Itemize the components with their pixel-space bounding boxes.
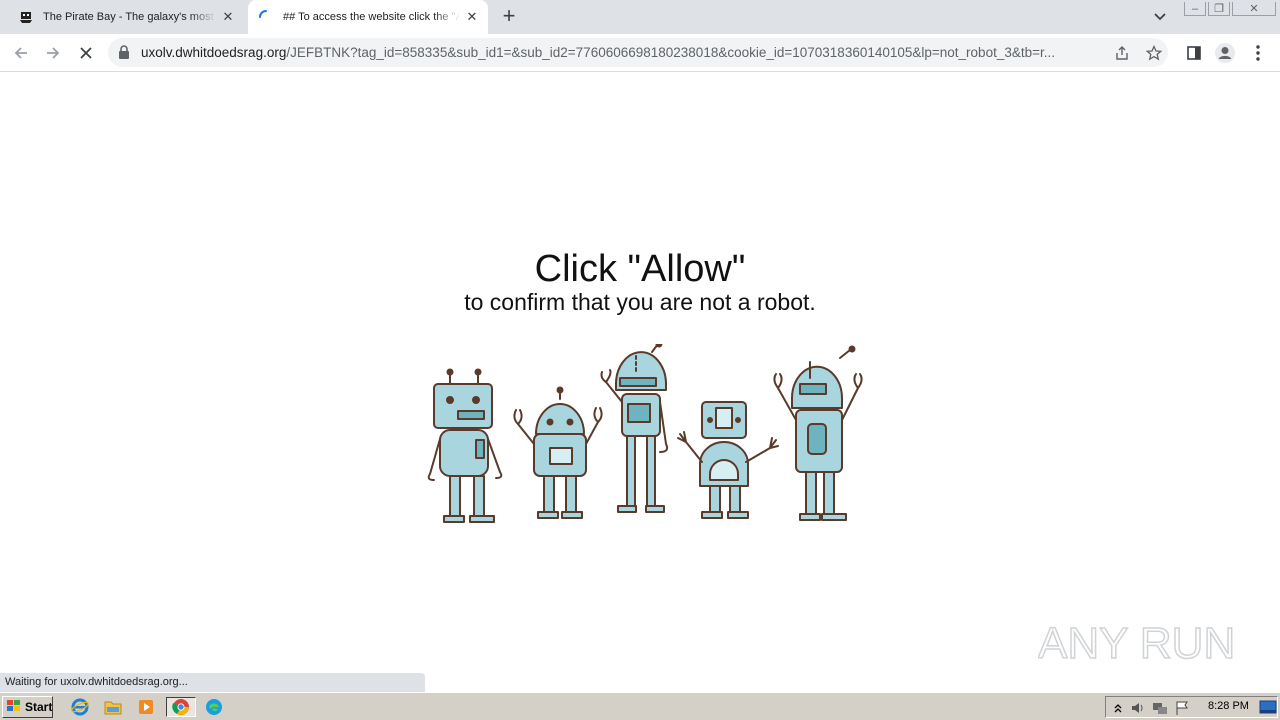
tab-strip: The Pirate Bay - The galaxy's most resil… xyxy=(0,0,1280,34)
page-headline: Click "Allow" xyxy=(534,248,746,290)
show-desktop-icon[interactable] xyxy=(1258,697,1278,717)
network-icon[interactable] xyxy=(1152,700,1168,716)
robots-illustration xyxy=(427,344,863,523)
bookmark-star-icon[interactable] xyxy=(1145,44,1163,62)
system-tray: 8:28 PM xyxy=(1105,696,1278,718)
edge-icon[interactable] xyxy=(204,697,224,717)
anyrun-watermark: ANY RUN xyxy=(1038,618,1236,669)
page-subline: to confirm that you are not a robot. xyxy=(464,289,816,315)
start-label: Start xyxy=(25,700,53,714)
address-bar[interactable]: uxolv.dwhitdoedsrag.org/JEFBTNK?tag_id=8… xyxy=(108,38,1168,67)
taskbar: Start 8:28 PM xyxy=(0,692,1280,720)
svg-text:ANY RUN: ANY RUN xyxy=(1038,619,1235,668)
minimize-button[interactable]: ‒ xyxy=(1184,2,1206,16)
windows-logo-icon xyxy=(6,699,22,716)
robot-5 xyxy=(773,345,863,521)
tab-title: ## To access the website click the "Allo… xyxy=(283,11,460,23)
tab-search-chevron-icon[interactable] xyxy=(1150,9,1170,25)
profile-avatar-icon[interactable] xyxy=(1212,40,1238,66)
back-button[interactable] xyxy=(8,40,34,66)
chrome-icon[interactable] xyxy=(166,697,196,717)
status-bar: Waiting for uxolv.dwhitdoedsrag.org... xyxy=(0,673,425,692)
start-button[interactable]: Start xyxy=(2,696,53,718)
side-panel-icon[interactable] xyxy=(1181,40,1207,66)
volume-icon[interactable] xyxy=(1130,700,1146,716)
loading-spinner-icon xyxy=(258,9,274,25)
tray-expand-icon[interactable] xyxy=(1110,700,1126,716)
pirate-ship-icon xyxy=(18,9,34,25)
taskbar-clock[interactable]: 8:28 PM xyxy=(1208,700,1249,712)
share-icon[interactable] xyxy=(1113,44,1131,62)
tab-close-icon[interactable]: ✕ xyxy=(464,9,480,25)
robot-2 xyxy=(513,386,603,519)
browser-toolbar: uxolv.dwhitdoedsrag.org/JEFBTNK?tag_id=8… xyxy=(0,34,1280,72)
tab-close-icon[interactable]: ✕ xyxy=(220,9,236,25)
tab-title: The Pirate Bay - The galaxy's most resil… xyxy=(43,11,216,23)
stop-loading-button[interactable] xyxy=(73,40,99,66)
internet-explorer-icon[interactable] xyxy=(70,697,90,717)
robot-1 xyxy=(427,368,503,523)
media-player-icon[interactable] xyxy=(136,697,156,717)
forward-button[interactable] xyxy=(40,40,66,66)
robot-3 xyxy=(600,344,669,513)
robot-4 xyxy=(677,401,779,519)
new-tab-button[interactable]: + xyxy=(498,5,520,28)
tab-allow-prompt[interactable]: ## To access the website click the "Allo… xyxy=(248,0,488,34)
action-center-flag-icon[interactable] xyxy=(1174,700,1190,716)
url-text[interactable]: uxolv.dwhitdoedsrag.org/JEFBTNK?tag_id=8… xyxy=(141,45,1101,60)
tab-pirate-bay[interactable]: The Pirate Bay - The galaxy's most resil… xyxy=(8,0,244,34)
restore-button[interactable]: ❐ xyxy=(1208,2,1230,16)
close-window-button[interactable]: ✕ xyxy=(1232,2,1276,16)
page-content: Click "Allow" to confirm that you are no… xyxy=(0,72,1280,692)
file-explorer-icon[interactable] xyxy=(103,697,123,717)
lock-icon[interactable] xyxy=(118,45,130,64)
menu-kebab-icon[interactable] xyxy=(1245,40,1271,66)
